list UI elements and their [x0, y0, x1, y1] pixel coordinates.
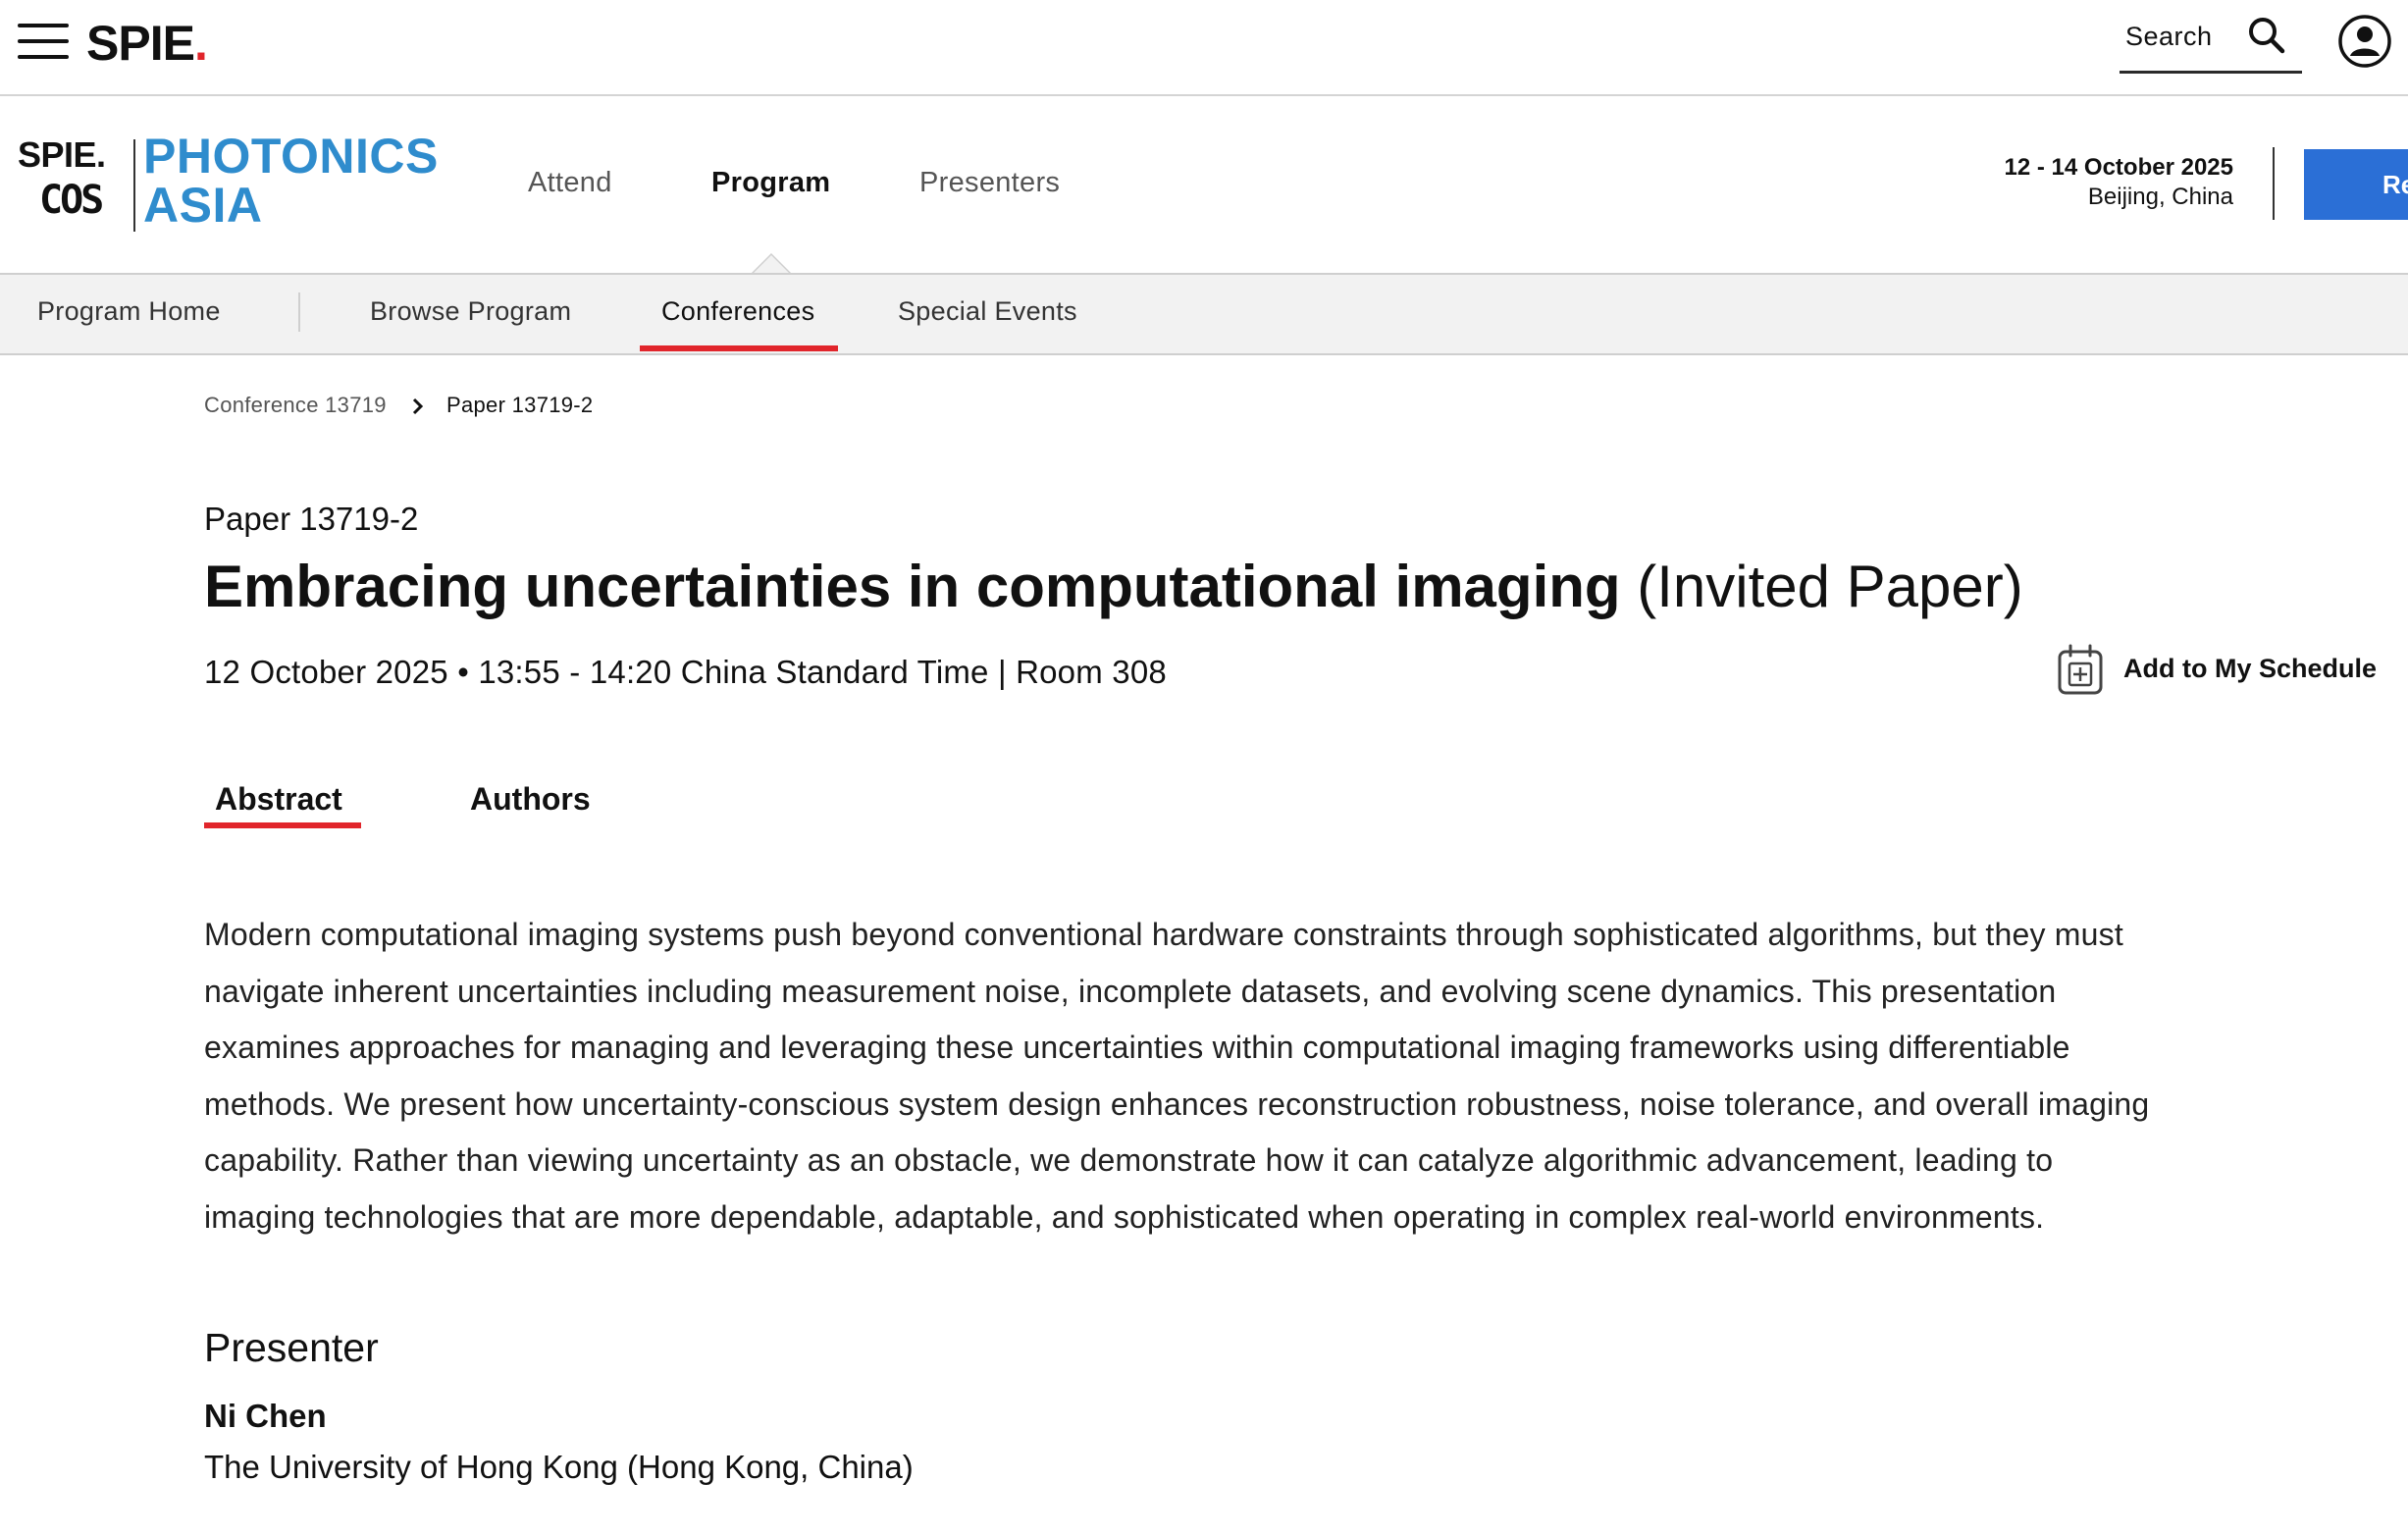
presenter-name[interactable]: Ni Chen: [204, 1398, 327, 1435]
search-label: Search: [2125, 22, 2213, 51]
active-nav-caret: [754, 255, 789, 273]
search-icon[interactable]: [2245, 14, 2288, 57]
subnav-active-indicator: [640, 345, 838, 351]
nav-attend[interactable]: Attend: [528, 167, 612, 199]
presenter-affiliation: The University of Hong Kong (Hong Kong, …: [204, 1449, 914, 1485]
nav-presenters[interactable]: Presenters: [919, 167, 1060, 199]
cos-logo: COS: [39, 178, 104, 223]
subnav-browse-program[interactable]: Browse Program: [370, 296, 571, 327]
subnav-conferences[interactable]: Conferences: [661, 296, 814, 327]
event-date-range: 12 - 14 October 2025: [2004, 154, 2233, 181]
breadcrumb-current: Paper 13719-2: [446, 393, 594, 417]
site-header: SPIE. Search: [0, 0, 2408, 96]
add-to-schedule-label: Add to My Schedule: [2123, 654, 2378, 683]
event-name-line2: ASIA: [143, 178, 263, 233]
breadcrumb-conference-link[interactable]: Conference 13719: [204, 393, 387, 418]
event-header: SPIE. COS PHOTONICS ASIA Attend Program …: [0, 96, 2408, 275]
hamburger-menu-icon[interactable]: [18, 24, 69, 59]
subnav-divider: [298, 292, 300, 332]
tab-abstract[interactable]: Abstract: [215, 781, 342, 818]
logo-divider: [133, 139, 135, 232]
tab-authors[interactable]: Authors: [470, 781, 591, 818]
paper-session-meta: 12 October 2025 • 13:55 - 14:20 China St…: [204, 654, 1167, 690]
chevron-right-icon: [412, 397, 424, 415]
paper-title: Embracing uncertainties in computational…: [204, 552, 2023, 622]
paper-number: Paper 13719-2: [204, 501, 419, 537]
abstract-line: examines approaches for managing and lev…: [204, 1030, 2070, 1066]
register-button-label: Re: [2382, 170, 2408, 199]
presenter-heading: Presenter: [204, 1325, 379, 1370]
paper-title-suffix: (Invited Paper): [1637, 554, 2023, 619]
spie-logo[interactable]: SPIE.: [86, 12, 208, 75]
abstract-text: Modern computational imaging systems pus…: [204, 907, 2373, 1246]
abstract-line: methods. We present how uncertainty-cons…: [204, 1085, 2150, 1122]
event-location: Beijing, China: [2087, 184, 2233, 210]
spie-event-logo[interactable]: SPIE.: [18, 135, 106, 175]
nav-program[interactable]: Program: [711, 167, 830, 199]
paper-title-main: Embracing uncertainties in computational…: [204, 554, 1621, 619]
subnav-program-home[interactable]: Program Home: [37, 296, 221, 327]
program-subnav: Program Home Browse Program Conferences …: [0, 275, 2408, 355]
register-button[interactable]: Re: [2304, 149, 2408, 220]
calendar-add-icon: [2058, 644, 2103, 695]
abstract-line: navigate inherent uncertainties includin…: [204, 973, 2057, 1009]
brand-text: SPIE: [86, 16, 195, 71]
abstract-line: imaging technologies that are more depen…: [204, 1198, 2045, 1235]
brand-dot: .: [193, 16, 208, 71]
abstract-line: capability. Rather than viewing uncertai…: [204, 1142, 2054, 1179]
search-box[interactable]: Search: [2120, 14, 2302, 74]
event-dates: 12 - 14 October 2025 Beijing, China: [2005, 153, 2233, 212]
abstract-line: Modern computational imaging systems pus…: [204, 917, 2123, 952]
tab-active-indicator: [204, 822, 361, 828]
subnav-special-events[interactable]: Special Events: [898, 296, 1077, 327]
event-name-line1: PHOTONICS: [143, 129, 439, 184]
event-name-logo[interactable]: PHOTONICS ASIA: [143, 132, 439, 230]
user-account-icon[interactable]: [2337, 14, 2392, 69]
header-divider: [2273, 147, 2275, 220]
